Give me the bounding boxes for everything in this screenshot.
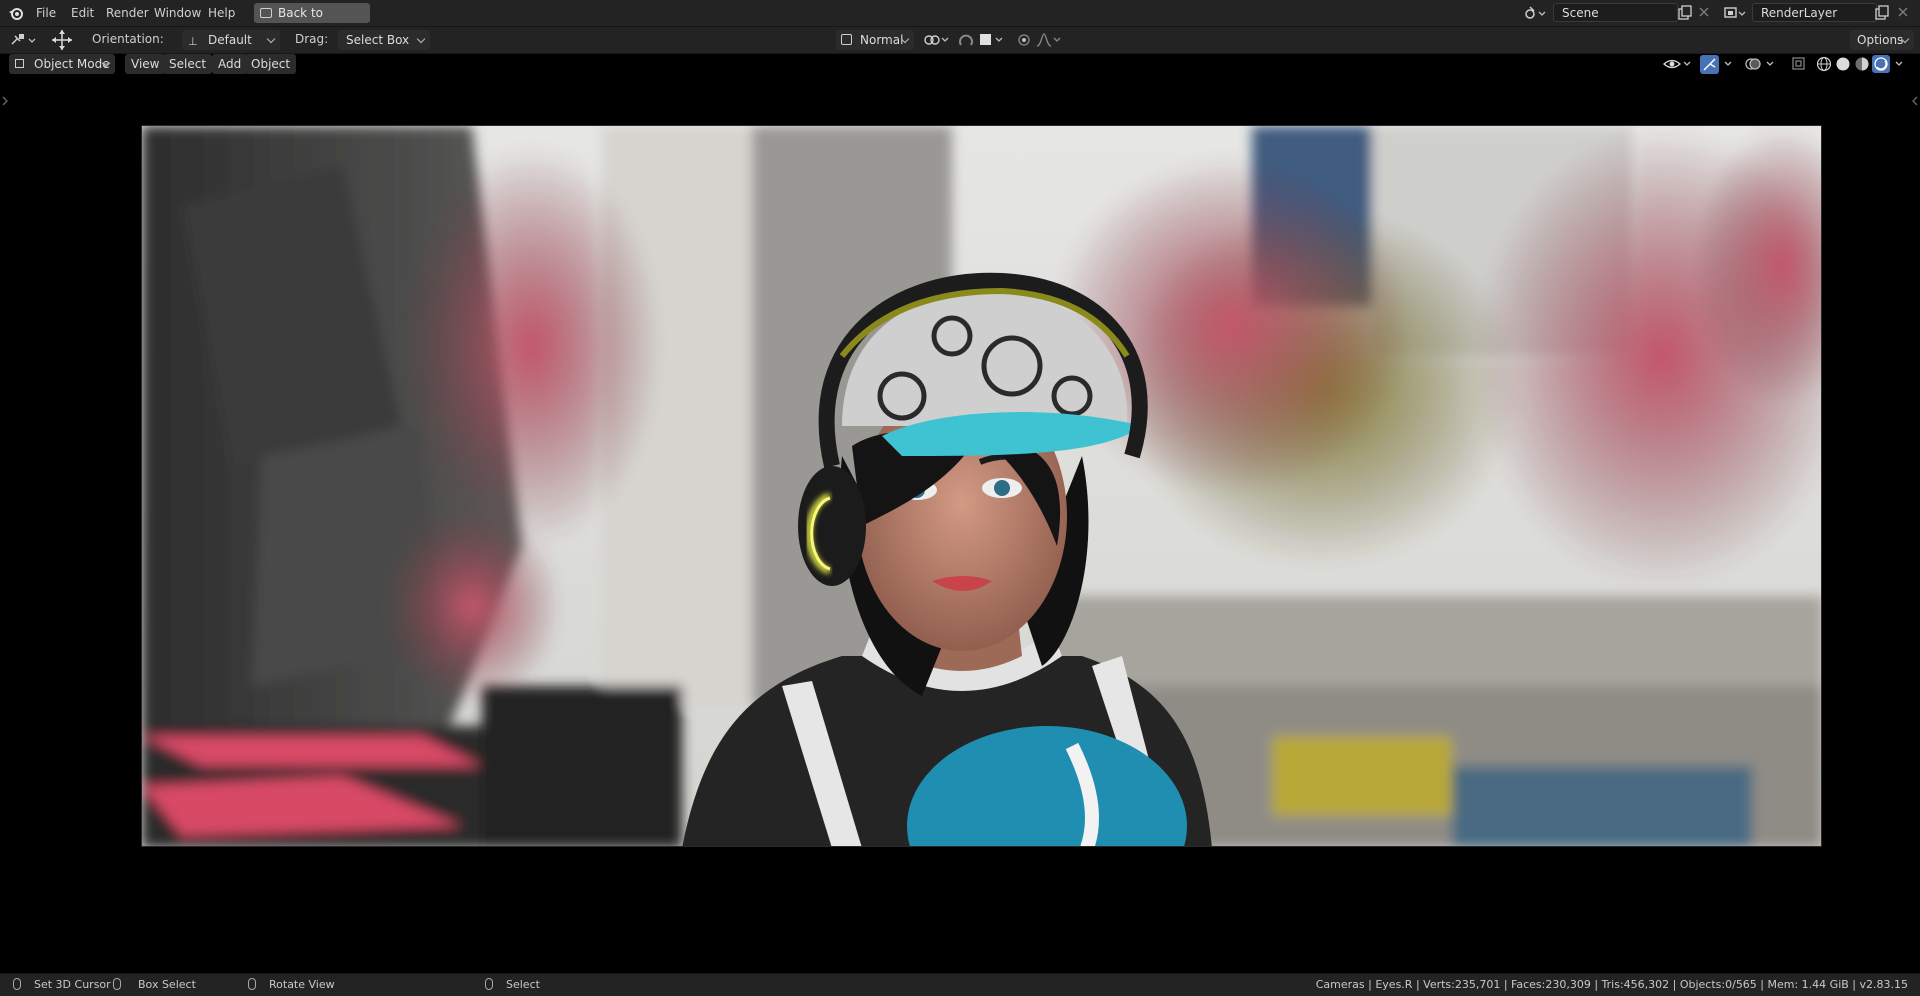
overlays-icon[interactable] — [1744, 55, 1778, 73]
editor-type-icon[interactable] — [10, 32, 38, 48]
hint-box-select: Box Select — [138, 978, 196, 991]
top-menu-bar: File Edit Render Window Help Back to Pre… — [0, 0, 1920, 40]
object-mode-label: Object Mode — [34, 57, 110, 71]
transform-orientation-value: Normal — [860, 33, 904, 47]
remove-scene-icon[interactable] — [1697, 5, 1711, 19]
rendered-shading-icon[interactable] — [1872, 55, 1890, 73]
visibility-eye-icon[interactable] — [1662, 55, 1694, 73]
proportional-edit-icon[interactable] — [1016, 31, 1032, 49]
toolbar-expand-arrow-icon[interactable] — [1, 95, 9, 107]
viewport-menu-view[interactable]: View — [125, 54, 166, 74]
menu-help[interactable]: Help — [202, 4, 241, 22]
falloff-curve-icon[interactable] — [1036, 31, 1064, 49]
options-dropdown[interactable]: Options — [1850, 30, 1914, 50]
drag-value: Select Box — [346, 33, 410, 47]
xray-toggle-icon[interactable] — [1790, 55, 1808, 73]
snap-target-dropdown[interactable] — [978, 31, 1008, 49]
new-renderlayer-icon[interactable] — [1874, 5, 1890, 21]
mouse-middle-icon — [248, 978, 256, 990]
status-bar: Set 3D Cursor Box Select Rotate View Sel… — [0, 973, 1920, 996]
drag-label: Drag: — [295, 32, 329, 46]
viewport-menu-object[interactable]: Object — [245, 54, 297, 74]
renderlayer-name-field[interactable]: RenderLayer — [1752, 3, 1877, 22]
shading-dropdown-icon[interactable] — [1893, 55, 1907, 73]
orientation-label: Orientation: — [92, 32, 164, 46]
rendered-scene-image — [142, 126, 1821, 846]
orientation-axes-icon: ⊥ — [188, 35, 198, 48]
object-mode-dropdown[interactable]: Object Mode — [9, 54, 115, 74]
sidebar-expand-arrow-icon[interactable] — [1911, 95, 1919, 107]
mouse-drag-icon — [113, 978, 121, 990]
move-tool-icon[interactable] — [51, 29, 73, 51]
mouse-right-icon — [485, 978, 493, 990]
scene-name-field[interactable]: Scene — [1553, 3, 1678, 22]
drag-chevron-icon — [416, 34, 426, 44]
solid-shading-icon[interactable] — [1834, 55, 1852, 73]
transform-orientation-icon — [841, 34, 852, 45]
snap-icon[interactable] — [957, 31, 975, 49]
viewport-menu-select[interactable]: Select — [163, 54, 213, 74]
wireframe-shading-icon[interactable] — [1815, 55, 1833, 73]
blender-logo-icon[interactable] — [8, 5, 24, 21]
gizmo-toggle-icon[interactable] — [1700, 55, 1719, 74]
remove-renderlayer-icon[interactable] — [1896, 5, 1910, 19]
object-mode-icon — [15, 59, 24, 68]
new-scene-icon[interactable] — [1677, 5, 1693, 21]
orientation-dropdown[interactable]: ⊥ Default — [182, 30, 280, 50]
hint-set-3d-cursor: Set 3D Cursor — [34, 978, 111, 991]
mouse-left-icon — [13, 978, 21, 990]
tool-settings-bar: Orientation: ⊥ Default Drag: Select Box … — [0, 27, 1920, 54]
camera-render-view[interactable] — [141, 125, 1822, 847]
menu-file[interactable]: File — [30, 4, 62, 22]
transform-pivot-dropdown[interactable]: Normal — [836, 30, 914, 50]
orientation-chevron-icon — [266, 34, 276, 44]
material-shading-icon[interactable] — [1853, 55, 1871, 73]
back-to-previous-button[interactable]: Back to Previous — [254, 3, 370, 40]
viewport-header: Object Mode View Select Add Object — [0, 54, 1920, 76]
menu-window[interactable]: Window — [148, 4, 207, 22]
pivot-point-icon[interactable] — [922, 31, 952, 49]
scene-type-icon[interactable] — [1524, 5, 1546, 21]
orientation-value: Default — [208, 33, 252, 47]
menu-edit[interactable]: Edit — [65, 4, 100, 22]
menu-render[interactable]: Render — [100, 4, 155, 22]
hint-rotate-view: Rotate View — [269, 978, 335, 991]
gizmo-dropdown-icon[interactable] — [1722, 55, 1736, 73]
options-label: Options — [1857, 33, 1904, 47]
scene-statistics: Cameras | Eyes.R | Verts:235,701 | Faces… — [1315, 978, 1908, 991]
hint-select: Select — [506, 978, 540, 991]
renderlayer-type-icon[interactable] — [1724, 5, 1748, 21]
viewport-menu-add[interactable]: Add — [212, 54, 248, 74]
drag-dropdown[interactable]: Select Box — [338, 30, 430, 50]
back-icon — [260, 8, 272, 18]
